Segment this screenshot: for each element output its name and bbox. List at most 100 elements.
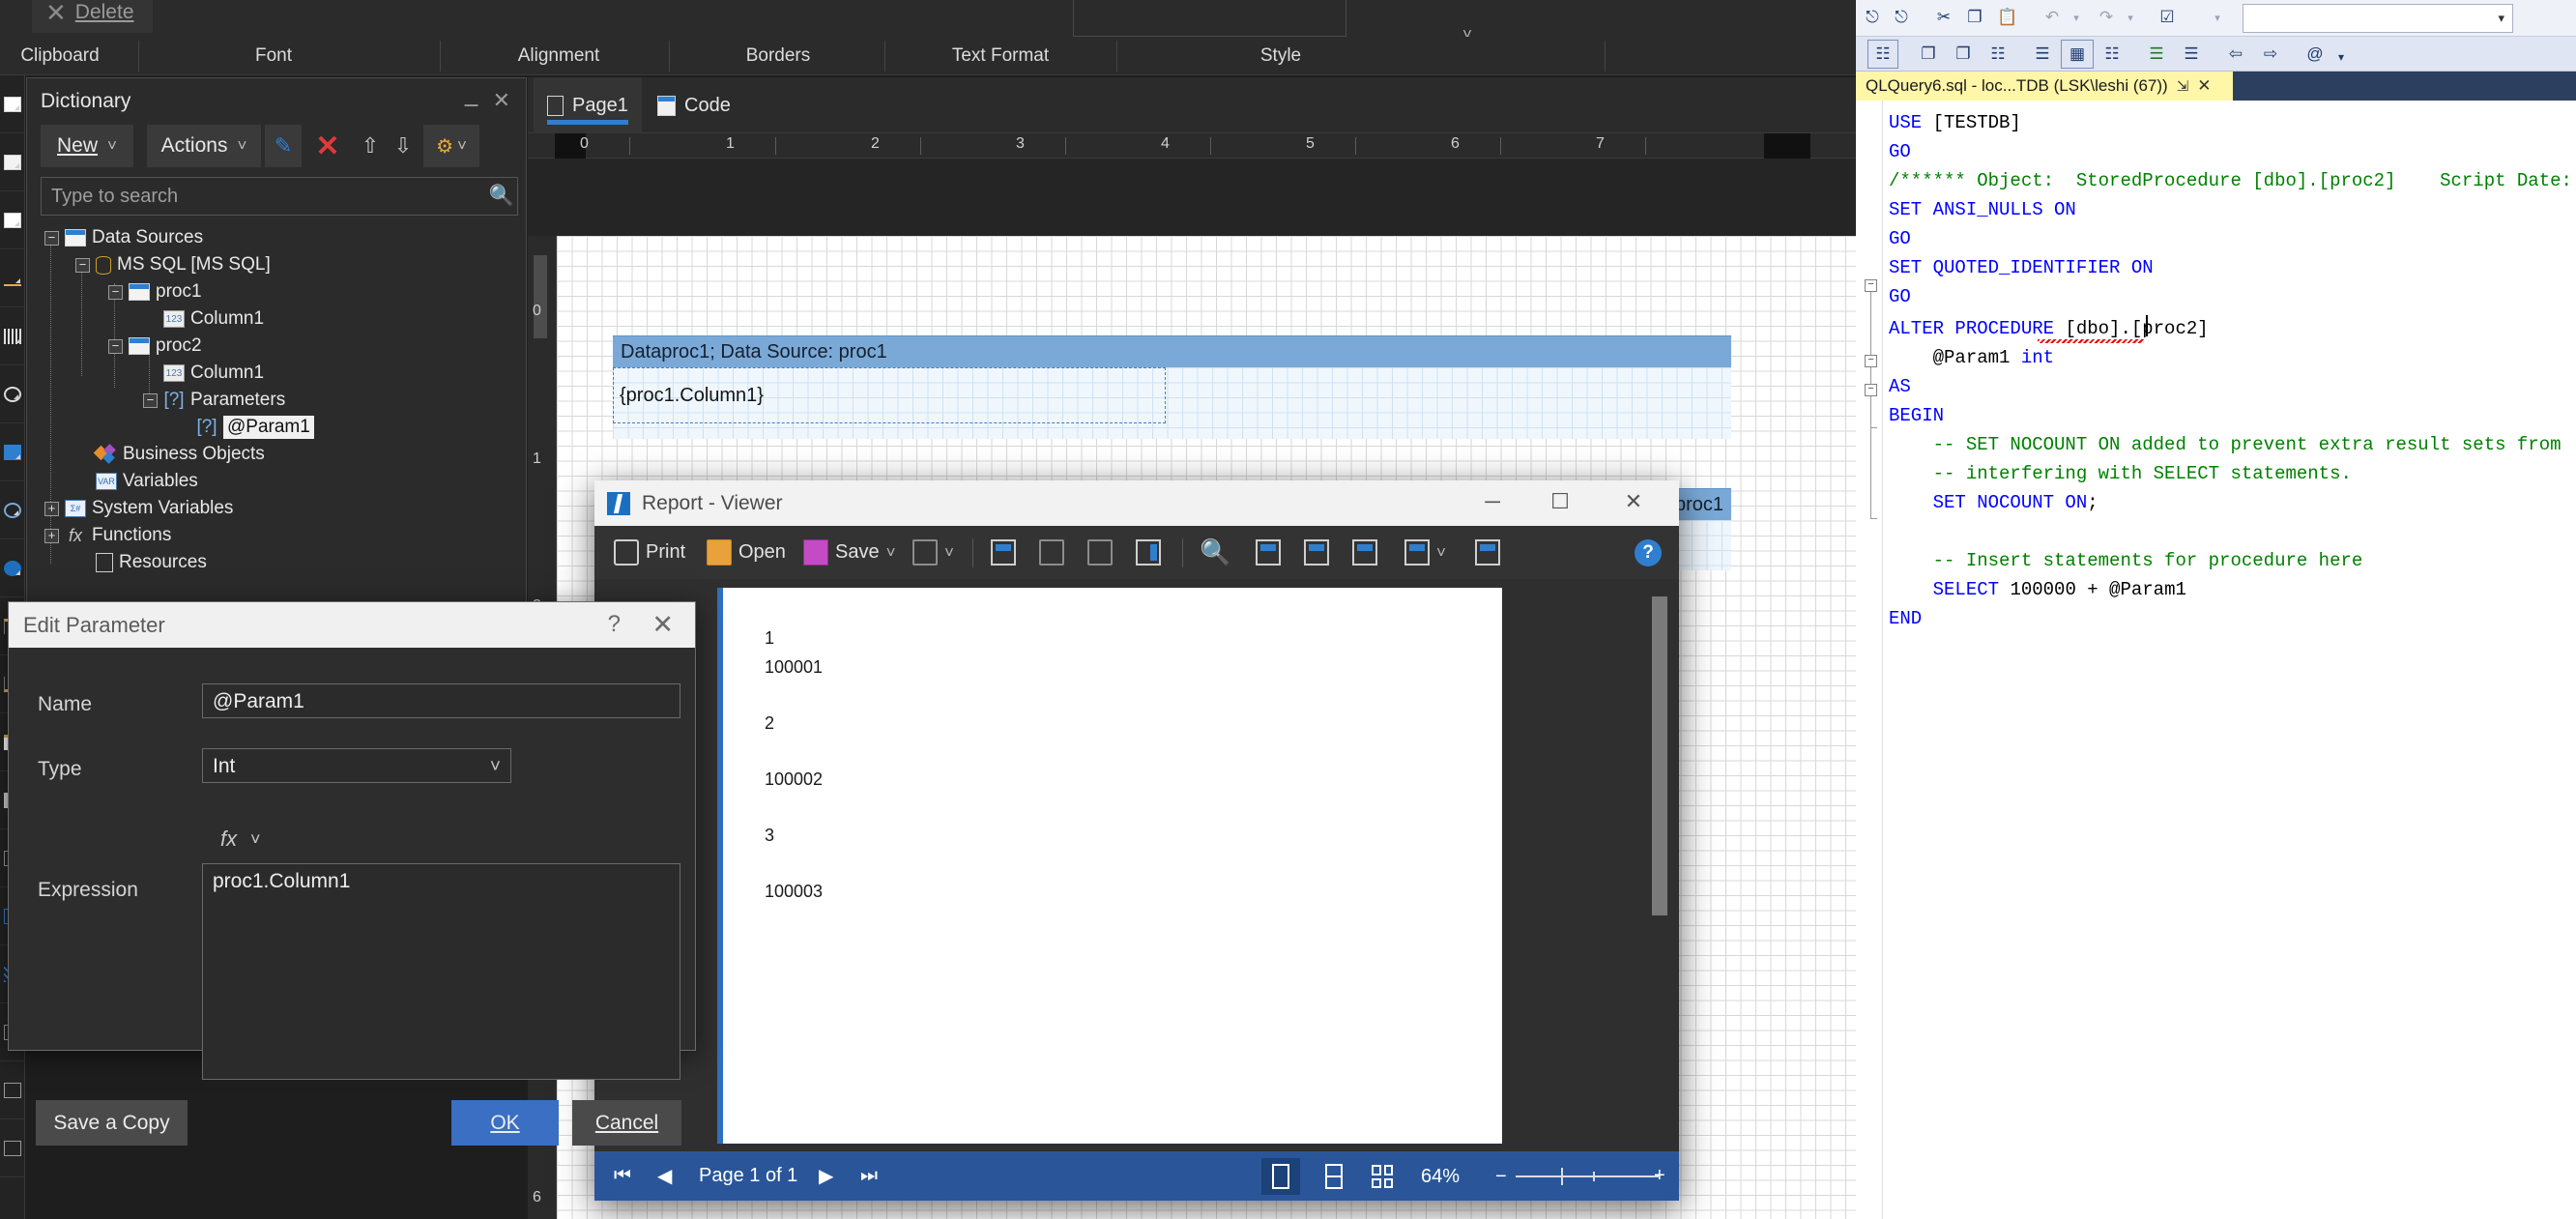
chevron-down-icon[interactable]: ˅ — [886, 543, 896, 563]
continuous-view-toggle[interactable] — [1315, 1158, 1353, 1195]
expander-minus-icon[interactable]: − — [44, 230, 59, 246]
tree-node-variables[interactable]: VAR Variables — [75, 469, 198, 494]
function-icon[interactable]: fx — [220, 827, 237, 852]
chevron-down-icon[interactable]: ˅ — [250, 829, 261, 850]
parameters-button[interactable] — [1033, 526, 1070, 579]
open-button[interactable]: Open — [701, 526, 792, 579]
zoom-in-button[interactable]: + — [1654, 1165, 1665, 1187]
toolbox-item-extra[interactable] — [0, 1119, 25, 1177]
find-button[interactable]: 🔍 — [1194, 526, 1236, 579]
ssms-search-combo[interactable]: ▾ — [2243, 4, 2513, 33]
toolbox-item-table[interactable] — [0, 133, 25, 191]
tab-page1[interactable]: Page1 — [534, 77, 642, 133]
expander-minus-icon[interactable]: − — [108, 284, 123, 300]
toolbox-item-richtext[interactable] — [0, 191, 25, 249]
expander-plus-icon[interactable]: + — [44, 528, 59, 543]
viewer-scrollbar-thumb[interactable] — [1652, 596, 1667, 915]
vertical-scroll-thumb[interactable] — [534, 255, 547, 338]
fold-marker-begin[interactable]: − — [1865, 355, 1877, 367]
single-page-view-toggle[interactable] — [1261, 1158, 1300, 1195]
toolbox-item-gauge[interactable] — [0, 481, 25, 539]
horizontal-ruler[interactable]: 0 1 2 3 4 5 6 7 — [528, 133, 1856, 159]
file-results-icon[interactable]: ☷ — [2101, 44, 2123, 64]
tab-code[interactable]: Code — [644, 77, 744, 133]
pin-icon[interactable]: ⚊ — [463, 90, 479, 112]
save-button[interactable]: Save ˅ — [797, 526, 902, 579]
arrow-down-icon[interactable]: ⇩ — [387, 125, 420, 167]
two-page-view-button[interactable] — [1346, 526, 1383, 579]
databand-proc1[interactable]: Dataproc1; Data Source: proc1 {proc1.Col… — [613, 335, 1731, 439]
close-icon[interactable]: ✕ — [651, 610, 674, 640]
tree-node-parameters[interactable]: − [?] Parameters — [143, 388, 285, 413]
xmla-icon[interactable]: ⎋ — [1860, 8, 1885, 27]
comment-icon[interactable]: ☰ — [2032, 44, 2053, 64]
expander-minus-icon[interactable]: − — [143, 392, 158, 408]
toolbox-item-shape[interactable] — [0, 365, 25, 423]
tab-sql-query[interactable]: QLQuery6.sql - loc...TDB (LSK\leshi (67)… — [1856, 72, 2233, 101]
chevron-down-icon[interactable]: ˅ — [944, 543, 954, 563]
help-icon[interactable]: ? — [1635, 539, 1662, 566]
toggle-panel-button[interactable] — [1130, 526, 1167, 579]
save-a-copy-button[interactable]: Save a Copy — [36, 1100, 188, 1146]
surround-with-icon[interactable]: ❐ — [1953, 44, 1974, 64]
help-icon[interactable]: ? — [608, 611, 621, 638]
debug-icon[interactable]: ☑ — [2156, 8, 2179, 27]
fold-marker-comment[interactable]: − — [1865, 384, 1877, 396]
minimize-icon[interactable]: ─ — [1470, 489, 1515, 514]
first-page-button[interactable]: ⏮ — [604, 1151, 641, 1201]
chevron-down-icon[interactable]: ▾ — [2070, 12, 2082, 24]
sql-code-editor[interactable]: − − − USE [TESTDB] GO /****** Object: St… — [1856, 101, 2576, 1219]
maximize-icon[interactable]: ☐ — [1538, 489, 1582, 514]
page-setup-button[interactable] — [1082, 526, 1118, 579]
tree-node-proc1-column1[interactable]: 123 Column1 — [143, 306, 264, 332]
chevron-down-icon[interactable]: ˅ — [1436, 543, 1446, 563]
tree-node-proc2[interactable]: − proc2 — [108, 334, 202, 359]
ok-button[interactable]: OK — [451, 1100, 559, 1146]
tree-node-param1[interactable]: [?] @Param1 — [176, 415, 314, 440]
thumbnail-view-toggle[interactable] — [1363, 1158, 1402, 1195]
decrease-indent-icon[interactable]: ☰ — [2181, 44, 2202, 64]
close-icon[interactable]: ✕ — [1611, 489, 1656, 514]
last-page-button[interactable]: ⏭ — [851, 1151, 887, 1201]
print-button[interactable]: Print — [608, 526, 691, 579]
expander-minus-icon[interactable]: − — [108, 338, 123, 354]
name-field[interactable]: @Param1 — [202, 683, 680, 718]
delete-button[interactable]: ✕ Delete — [32, 0, 153, 33]
tree-node-proc1[interactable]: − proc1 — [108, 279, 202, 305]
tree-node-data-sources[interactable]: − Data Sources — [44, 225, 203, 250]
toolbox-item-misc[interactable] — [0, 1061, 25, 1119]
cancel-button[interactable]: Cancel — [572, 1100, 681, 1146]
expression-field[interactable]: proc1.Column1 — [202, 863, 680, 1080]
zoom-slider-handle[interactable] — [1561, 1168, 1563, 1185]
tree-node-business-objects[interactable]: Business Objects — [75, 442, 265, 467]
tree-node-system-variables[interactable]: + Σ# System Variables — [44, 496, 233, 521]
databand-proc1-header[interactable]: Dataproc1; Data Source: proc1 — [613, 335, 1731, 367]
dax-icon[interactable]: ⎋ — [1889, 8, 1914, 27]
multi-page-view-button[interactable]: ˅ — [1399, 526, 1452, 579]
indent-icon[interactable]: ⇨ — [2260, 44, 2281, 64]
style-combo[interactable] — [1073, 0, 1346, 37]
toolbox-item-barcode[interactable] — [0, 307, 25, 365]
bookmarks-button[interactable] — [985, 526, 1022, 579]
pin-icon[interactable]: ⇲ — [2177, 77, 2189, 95]
actions-button[interactable]: Actions ˅ — [147, 125, 261, 167]
report-viewer-canvas[interactable]: 1 100001 2 100002 3 100003 — [594, 579, 1679, 1151]
copy-icon[interactable]: ❐ — [1964, 8, 1985, 27]
tree-node-ms-sql[interactable]: − MS SQL [MS SQL] — [75, 252, 271, 277]
tree-node-functions[interactable]: + fx Functions — [44, 523, 171, 548]
chevron-down-icon[interactable]: ▾ — [2125, 12, 2136, 24]
edit-icon[interactable]: ✎ — [265, 125, 302, 167]
edit-parameter-titlebar[interactable]: Edit Parameter ? ✕ — [9, 602, 695, 648]
close-icon[interactable]: ✕ — [493, 88, 510, 113]
text-component-proc1-column1[interactable]: {proc1.Column1} — [620, 385, 764, 407]
report-page[interactable]: 1 100001 2 100002 3 100003 — [717, 588, 1502, 1144]
cut-icon[interactable]: ✂ — [1933, 8, 1954, 27]
toolbox-item-map[interactable] — [0, 539, 25, 597]
chevron-down-icon[interactable]: ▾ — [2212, 12, 2223, 24]
next-page-button[interactable]: ▶ — [809, 1151, 843, 1201]
databand-proc1-body[interactable]: {proc1.Column1} — [613, 367, 1731, 439]
tree-node-proc2-column1[interactable]: 123 Column1 — [143, 361, 264, 386]
insert-snippet-icon[interactable]: ❐ — [1918, 44, 1939, 64]
outdent-icon[interactable]: ⇦ — [2225, 44, 2246, 64]
fold-marker-alter-procedure[interactable]: − — [1865, 279, 1877, 292]
